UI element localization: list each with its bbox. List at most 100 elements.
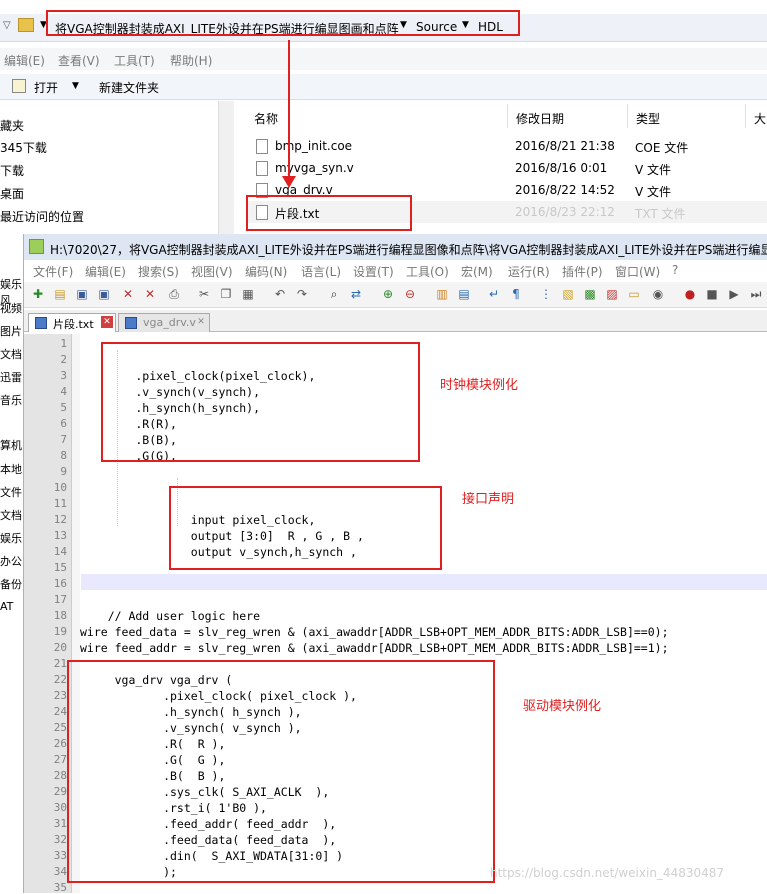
run-macro-icon[interactable]: ⏭: [748, 286, 764, 302]
menu-edit[interactable]: 编辑(E): [4, 52, 45, 69]
stop-macro-icon[interactable]: ■: [704, 286, 720, 302]
menu-item[interactable]: 语言(L): [301, 263, 341, 280]
cut-icon[interactable]: ✂: [196, 286, 212, 302]
tab-vga-drv[interactable]: vga_drv.v ✕: [118, 313, 210, 332]
sync-v-icon[interactable]: ▥: [434, 286, 450, 302]
menu-item[interactable]: 视图(V): [191, 263, 233, 280]
left-label[interactable]: 娱乐: [0, 530, 22, 546]
column-name[interactable]: 名称: [246, 104, 508, 128]
menu-item[interactable]: 运行(R): [508, 263, 550, 280]
menu-item[interactable]: 编码(N): [245, 263, 287, 280]
line-number: 22: [53, 673, 67, 686]
nav-item[interactable]: 藏夹: [0, 117, 24, 134]
nav-item[interactable]: 桌面: [0, 185, 24, 202]
record-macro-icon[interactable]: ●: [682, 286, 698, 302]
file-row[interactable]: bmp_init.coe 2016/8/21 21:38 COE 文件: [248, 135, 767, 157]
left-label[interactable]: 备份: [0, 576, 22, 592]
left-label[interactable]: 图片: [0, 323, 22, 339]
left-label[interactable]: 迅雷: [0, 369, 22, 385]
menu-item[interactable]: 工具(O): [406, 263, 449, 280]
line-number: 5: [60, 401, 67, 414]
open-file-icon[interactable]: ▤: [52, 286, 68, 302]
copy-icon[interactable]: ❐: [218, 286, 234, 302]
column-size[interactable]: 大: [746, 104, 767, 128]
tab-close-icon[interactable]: ✕: [195, 316, 207, 328]
left-label[interactable]: 算机: [0, 437, 22, 453]
back-chevron-icon[interactable]: ▽: [3, 20, 11, 31]
zoom-in-icon[interactable]: ⊕: [380, 286, 396, 302]
code-line[interactable]: wire feed_data = slv_reg_wren & (axi_awa…: [80, 625, 669, 639]
file-row[interactable]: myvga_syn.v 2016/8/16 0:01 V 文件: [248, 157, 767, 179]
find-icon[interactable]: ⌕: [326, 286, 342, 302]
left-label[interactable]: 办公: [0, 553, 22, 569]
left-label[interactable]: 文档: [0, 346, 22, 362]
file-date: 2016/8/21 21:38: [515, 139, 615, 153]
new-file-icon[interactable]: ✚: [30, 286, 46, 302]
line-number: 3: [60, 369, 67, 382]
driver-highlight-box: [67, 660, 495, 883]
lang-icon[interactable]: ▧: [560, 286, 576, 302]
line-number: 32: [53, 833, 67, 846]
close-icon[interactable]: ✕: [120, 286, 136, 302]
left-label[interactable]: 本地: [0, 461, 22, 477]
sync-h-icon[interactable]: ▤: [456, 286, 472, 302]
paste-icon[interactable]: ▦: [240, 286, 256, 302]
save-icon[interactable]: ▣: [74, 286, 90, 302]
line-number: 25: [53, 721, 67, 734]
nav-item[interactable]: 最近访问的位置: [0, 208, 84, 225]
menu-item[interactable]: 搜索(S): [138, 263, 179, 280]
file-type: TXT 文件: [635, 207, 686, 221]
line-number: 8: [60, 449, 67, 462]
zoom-out-icon[interactable]: ⊖: [402, 286, 418, 302]
line-number: 1: [60, 337, 67, 350]
new-folder-button[interactable]: 新建文件夹: [99, 79, 159, 96]
tab-label: 片段.txt: [53, 318, 94, 331]
open-dropdown-icon[interactable]: ▼: [72, 81, 79, 91]
open-button[interactable]: 打开: [34, 79, 58, 96]
monitor-icon[interactable]: ◉: [650, 286, 666, 302]
nav-item[interactable]: 下载: [0, 162, 24, 179]
save-all-icon[interactable]: ▣: [96, 286, 112, 302]
left-label[interactable]: AT: [0, 600, 13, 613]
column-type[interactable]: 类型: [628, 104, 746, 128]
file-type: COE 文件: [635, 141, 689, 155]
undo-icon[interactable]: ↶: [272, 286, 288, 302]
menu-item[interactable]: 设置(T): [353, 263, 394, 280]
tab-snippet[interactable]: 片段.txt ✕: [28, 313, 116, 332]
left-label[interactable]: 文档: [0, 507, 22, 523]
nav-scrollbar[interactable]: [218, 101, 234, 235]
left-label[interactable]: 文件: [0, 484, 22, 500]
arrow-head-icon: [282, 176, 296, 188]
menu-view[interactable]: 查看(V): [58, 52, 100, 69]
menu-help[interactable]: 帮助(H): [170, 52, 212, 69]
saved-file-icon: [125, 317, 137, 329]
left-label[interactable]: 视频: [0, 300, 22, 316]
left-label[interactable]: 音乐: [0, 392, 22, 408]
menu-item[interactable]: 窗口(W): [615, 263, 660, 280]
menu-item[interactable]: 插件(P): [562, 263, 603, 280]
play-macro-icon[interactable]: ▶: [726, 286, 742, 302]
print-icon[interactable]: ⎙: [166, 286, 182, 302]
function-list-icon[interactable]: ▨: [604, 286, 620, 302]
line-number: 18: [53, 609, 67, 622]
map-icon[interactable]: ▩: [582, 286, 598, 302]
code-line[interactable]: // Add user logic here: [80, 609, 260, 623]
line-number: 29: [53, 785, 67, 798]
code-line[interactable]: wire feed_addr = slv_reg_wren & (axi_awa…: [80, 641, 669, 655]
folder-workspace-icon[interactable]: ▭: [626, 286, 642, 302]
menu-tools[interactable]: 工具(T): [114, 52, 155, 69]
column-date[interactable]: 修改日期: [508, 104, 628, 128]
show-all-chars-icon[interactable]: ¶: [508, 286, 524, 302]
menu-item[interactable]: 文件(F): [33, 263, 73, 280]
line-number: 27: [53, 753, 67, 766]
tab-close-icon[interactable]: ✕: [101, 316, 113, 328]
menu-item[interactable]: 编辑(E): [85, 263, 126, 280]
close-all-icon[interactable]: ✕: [142, 286, 158, 302]
redo-icon[interactable]: ↷: [294, 286, 310, 302]
word-wrap-icon[interactable]: ↵: [486, 286, 502, 302]
menu-item[interactable]: ?: [672, 263, 678, 277]
nav-item[interactable]: 345下载: [0, 139, 47, 156]
replace-icon[interactable]: ⇄: [348, 286, 364, 302]
menu-item[interactable]: 宏(M): [461, 263, 493, 280]
indent-guide-icon[interactable]: ⋮: [538, 286, 554, 302]
